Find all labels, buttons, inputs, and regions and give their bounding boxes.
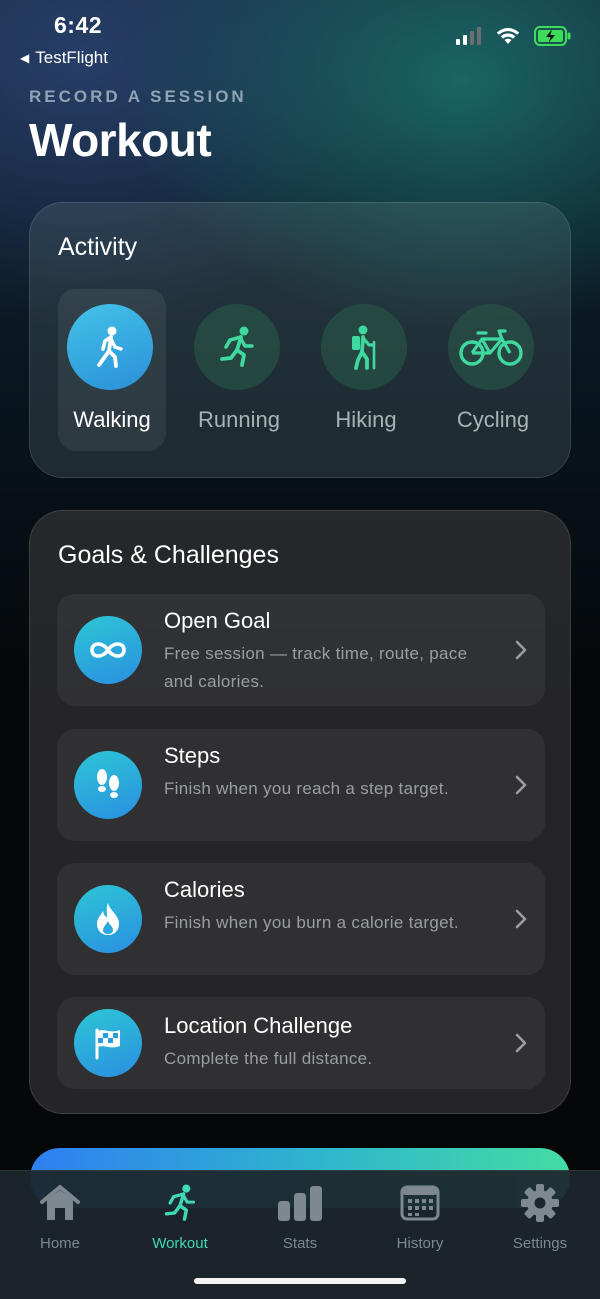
system-icons xyxy=(456,26,572,46)
gear-icon xyxy=(480,1181,600,1225)
goal-name: Location Challenge xyxy=(164,1013,353,1038)
activity-label: Walking xyxy=(73,407,151,432)
footprints-icon xyxy=(74,751,142,819)
activity-card: Activity Walking Running Hiking Cycling xyxy=(29,202,571,478)
goal-calories[interactable]: Calories Finish when you burn a calorie … xyxy=(57,863,545,975)
tab-label: Workout xyxy=(152,1235,208,1252)
chevron-right-icon xyxy=(515,909,527,929)
calendar-icon xyxy=(360,1181,480,1225)
goal-description: Complete the full distance. xyxy=(164,1049,373,1068)
goals-title: Goals & Challenges xyxy=(58,541,279,569)
running-icon xyxy=(120,1181,240,1225)
goal-description: Finish when you reach a step target. xyxy=(164,779,449,798)
activity-hiking[interactable]: Hiking xyxy=(312,289,420,451)
activity-label: Cycling xyxy=(456,407,530,432)
goal-description: Free session — track time, route, pace a… xyxy=(164,644,468,691)
activity-selector: Walking Running Hiking Cycling xyxy=(58,289,566,451)
goal-location-challenge[interactable]: Location Challenge Complete the full dis… xyxy=(57,997,545,1089)
tab-home[interactable]: Home xyxy=(0,1181,120,1252)
back-app-label: TestFlight xyxy=(35,48,108,67)
activity-label: Running xyxy=(198,407,280,432)
activity-label: Hiking xyxy=(335,407,397,432)
goal-name: Steps xyxy=(164,743,221,768)
status-time: 6:42 xyxy=(54,12,103,38)
tab-history[interactable]: History xyxy=(360,1181,480,1252)
cycling-icon xyxy=(448,304,534,390)
flame-icon xyxy=(74,885,142,953)
house-icon xyxy=(0,1181,120,1225)
activity-title: Activity xyxy=(58,233,138,261)
goal-name: Calories xyxy=(164,877,245,902)
chevron-right-icon xyxy=(515,775,527,795)
running-icon xyxy=(194,304,280,390)
tab-stats[interactable]: Stats xyxy=(240,1181,360,1252)
bar-chart-icon xyxy=(240,1181,360,1225)
back-to-testflight[interactable]: ◀ TestFlight xyxy=(20,48,108,68)
page-eyebrow: RECORD A SESSION xyxy=(29,87,247,106)
tab-workout[interactable]: Workout xyxy=(120,1181,240,1252)
tab-label: History xyxy=(396,1235,444,1252)
goal-name: Open Goal xyxy=(164,608,271,633)
hiking-icon xyxy=(321,304,407,390)
goal-open-goal[interactable]: Open Goal Free session — track time, rou… xyxy=(57,594,545,706)
wifi-icon xyxy=(496,28,520,44)
activity-running[interactable]: Running xyxy=(185,289,293,451)
goals-card: Goals & Challenges Open Goal Free sessio… xyxy=(29,510,571,1114)
chevron-right-icon xyxy=(515,640,527,660)
signal-icon xyxy=(456,27,481,45)
page-title: Workout xyxy=(29,114,212,166)
home-indicator[interactable] xyxy=(194,1278,406,1284)
back-arrow-icon: ◀ xyxy=(20,51,30,65)
battery-charging-icon xyxy=(534,26,571,46)
activity-walking[interactable]: Walking xyxy=(58,289,166,451)
infinity-icon xyxy=(74,616,142,684)
tab-label: Home xyxy=(39,1235,80,1252)
tab-label: Settings xyxy=(512,1235,568,1252)
status-bar: 6:42 ◀ TestFlight xyxy=(0,0,600,80)
checkered-flag-icon xyxy=(74,1009,142,1077)
walking-icon xyxy=(67,304,153,390)
chevron-right-icon xyxy=(515,1033,527,1053)
goal-description: Finish when you burn a calorie target. xyxy=(164,913,459,932)
tab-settings[interactable]: Settings xyxy=(480,1181,600,1252)
goal-steps[interactable]: Steps Finish when you reach a step targe… xyxy=(57,729,545,841)
tab-label: Stats xyxy=(282,1235,318,1252)
activity-cycling[interactable]: Cycling xyxy=(439,289,547,451)
